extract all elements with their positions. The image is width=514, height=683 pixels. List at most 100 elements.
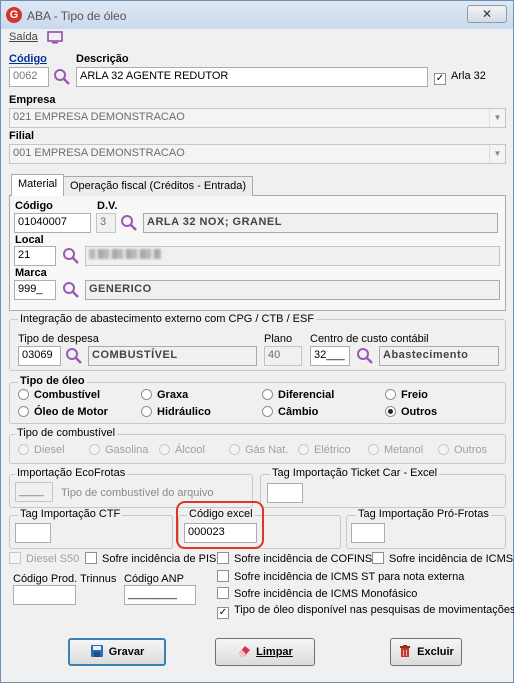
- radio-dot[interactable]: [18, 444, 29, 455]
- material-desc-field: ARLA 32 NOX; GRANEL: [143, 213, 498, 233]
- checkbox-box[interactable]: [217, 552, 229, 564]
- radio-dot[interactable]: [385, 389, 396, 400]
- radio-outros[interactable]: Outros: [385, 406, 437, 418]
- trash-icon: [400, 645, 411, 657]
- search-icon[interactable]: [53, 68, 71, 86]
- limpar-button[interactable]: Limpar: [215, 638, 315, 666]
- ctf-input[interactable]: [15, 523, 51, 543]
- anp-input[interactable]: ________: [124, 585, 196, 605]
- trinnus-input[interactable]: [13, 585, 76, 605]
- filial-select[interactable]: 001 EMPRESA DEMONSTRACAO ▼: [9, 144, 506, 164]
- radio-label: Outros: [401, 406, 438, 418]
- gravar-button[interactable]: Gravar: [68, 638, 166, 666]
- radio-label: Gasolina: [105, 444, 149, 456]
- marca-input[interactable]: 999_: [14, 280, 56, 300]
- checkbox-box[interactable]: [372, 552, 384, 564]
- radio-dot[interactable]: [368, 444, 379, 455]
- pis-checkbox[interactable]: Sofre incidência de PIS: [85, 552, 216, 565]
- limpar-label: Limpar: [256, 646, 293, 658]
- codigo-input[interactable]: 0062: [9, 67, 49, 87]
- search-icon[interactable]: [120, 214, 138, 232]
- checkbox-box[interactable]: [217, 587, 229, 599]
- ctf-title: Tag Importação CTF: [18, 508, 123, 520]
- radio-gas-nat[interactable]: Gás Nat.: [229, 444, 288, 456]
- radio-dot-selected[interactable]: [385, 406, 396, 417]
- radio-dot[interactable]: [229, 444, 240, 455]
- checkbox-box[interactable]: ✓: [217, 607, 229, 619]
- icms-checkbox[interactable]: Sofre incidência de ICMS: [372, 552, 513, 565]
- radio-alcool[interactable]: Álcool: [159, 444, 205, 456]
- radio-dot[interactable]: [141, 406, 152, 417]
- local-input[interactable]: 21: [14, 246, 56, 266]
- ticket-car-title: Tag Importação Ticket Car - Excel: [270, 467, 440, 479]
- pro-frotas-input[interactable]: [351, 523, 385, 543]
- radio-dot[interactable]: [18, 389, 29, 400]
- integracao-title: Integração de abastecimento externo com …: [18, 313, 317, 325]
- radio-diesel[interactable]: Diesel: [18, 444, 65, 456]
- close-button[interactable]: ✕: [467, 5, 507, 23]
- radio-diferencial[interactable]: Diferencial: [262, 389, 334, 401]
- chevron-down-icon[interactable]: ▼: [489, 145, 505, 163]
- empresa-label: Empresa: [9, 94, 56, 106]
- radio-dot[interactable]: [262, 406, 273, 417]
- radio-metanol[interactable]: Metanol: [368, 444, 423, 456]
- radio-dot[interactable]: [18, 406, 29, 417]
- tab-material[interactable]: Material: [11, 174, 65, 196]
- icms-mono-checkbox[interactable]: Sofre incidência de ICMS Monofásico: [217, 587, 417, 600]
- checkbox-box[interactable]: [9, 552, 21, 564]
- monitor-icon[interactable]: [47, 31, 63, 44]
- radio-dot[interactable]: [438, 444, 449, 455]
- descricao-input[interactable]: ARLA 32 AGENTE REDUTOR: [76, 67, 428, 87]
- tipo-despesa-desc: COMBUSTÍVEL: [88, 346, 257, 366]
- search-icon[interactable]: [62, 247, 80, 265]
- centro-custo-desc: Abastecimento: [379, 346, 499, 366]
- tipo-despesa-input[interactable]: 03069: [18, 346, 61, 366]
- empresa-select[interactable]: 021 EMPRESA DEMONSTRACAO ▼: [9, 108, 506, 128]
- menu-saida[interactable]: Saída: [9, 31, 38, 43]
- dv-input: 3: [96, 213, 116, 233]
- radio-dot[interactable]: [262, 389, 273, 400]
- radio-label: Hidráulico: [157, 406, 211, 418]
- radio-combustivel-outros[interactable]: Outros: [438, 444, 487, 456]
- arla32-checkbox[interactable]: ✓ Arla 32: [434, 70, 486, 85]
- search-icon[interactable]: [356, 347, 374, 365]
- radio-label: Gás Nat.: [245, 444, 289, 456]
- arla32-check-box[interactable]: ✓: [434, 73, 446, 85]
- radio-dot[interactable]: [159, 444, 170, 455]
- radio-eletrico[interactable]: Elétrico: [298, 444, 351, 456]
- checkbox-label: Sofre incidência de ICMS Monofásico: [234, 588, 418, 600]
- radio-gasolina[interactable]: Gasolina: [89, 444, 148, 456]
- diesel-s50-checkbox[interactable]: Diesel S50: [9, 552, 79, 565]
- checkbox-box[interactable]: [217, 570, 229, 582]
- marca-label: Marca: [15, 267, 47, 279]
- save-icon: [90, 645, 103, 657]
- material-codigo-label: Código: [15, 200, 53, 212]
- excluir-button[interactable]: Excluir: [390, 638, 462, 666]
- radio-freio[interactable]: Freio: [385, 389, 428, 401]
- radio-oleo-motor[interactable]: Óleo de Motor: [18, 406, 108, 418]
- icms-st-checkbox[interactable]: Sofre incidência de ICMS ST para nota ex…: [217, 570, 464, 583]
- title-bar: G ABA - Tipo de óleo ✕: [1, 1, 513, 29]
- search-icon[interactable]: [62, 281, 80, 299]
- radio-cambio[interactable]: Câmbio: [262, 406, 318, 418]
- checkbox-box[interactable]: [85, 552, 97, 564]
- descricao-label: Descrição: [76, 53, 129, 65]
- ecofrotas-hint: Tipo de combustível do arquivo: [61, 487, 214, 499]
- ecofrotas-input: ____: [15, 482, 53, 502]
- local-desc-field: [85, 246, 500, 266]
- centro-custo-input[interactable]: 32___: [310, 346, 350, 366]
- radio-combustivel[interactable]: Combustível: [18, 389, 100, 401]
- radio-dot[interactable]: [141, 389, 152, 400]
- radio-graxa[interactable]: Graxa: [141, 389, 188, 401]
- cofins-checkbox[interactable]: Sofre incidência de COFINS: [217, 552, 372, 565]
- material-codigo-input[interactable]: 01040007: [14, 213, 91, 233]
- filial-value: 001 EMPRESA DEMONSTRACAO: [13, 147, 185, 159]
- radio-hidraulico[interactable]: Hidráulico: [141, 406, 211, 418]
- radio-dot[interactable]: [298, 444, 309, 455]
- tab-operacao-fiscal[interactable]: Operação fiscal (Créditos - Entrada): [63, 176, 254, 196]
- ticket-car-input[interactable]: [267, 483, 303, 503]
- search-icon[interactable]: [65, 347, 83, 365]
- chevron-down-icon[interactable]: ▼: [489, 109, 505, 127]
- disponivel-checkbox[interactable]: ✓ Tipo de óleo disponível nas pesquisas d…: [217, 604, 514, 619]
- radio-dot[interactable]: [89, 444, 100, 455]
